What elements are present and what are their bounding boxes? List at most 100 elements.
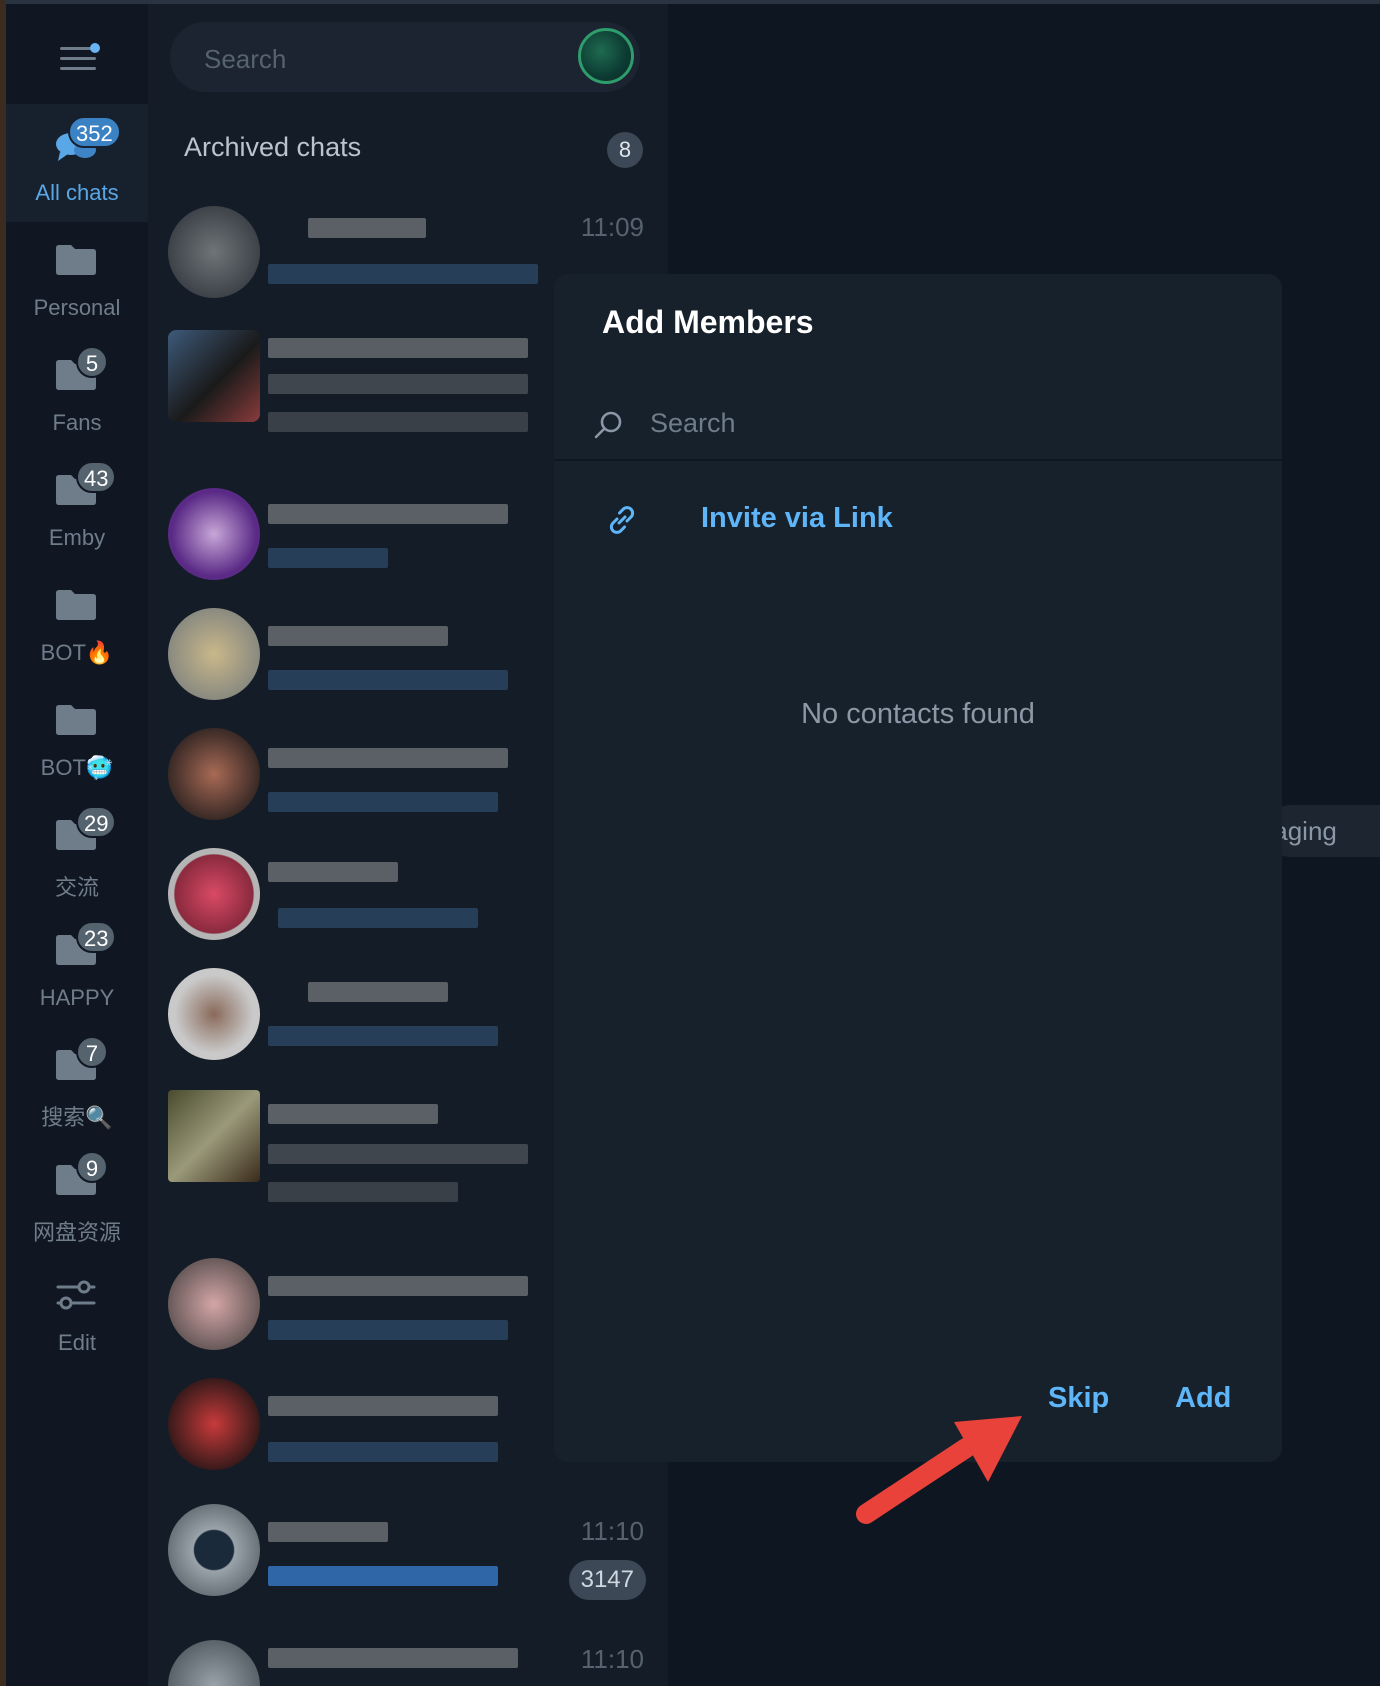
folder-jiaoliu[interactable]: 29 交流	[6, 794, 148, 912]
unread-badge: 7	[76, 1036, 108, 1068]
folder-icon	[56, 705, 96, 735]
folder-fans[interactable]: 5 Fans	[6, 334, 148, 452]
blurred-chat-preview	[268, 264, 538, 284]
blurred-chat-name	[268, 1276, 528, 1296]
chat-search-input[interactable]: Search	[170, 22, 640, 92]
folder-bot-cold[interactable]: BOT🥶	[6, 679, 148, 797]
folder-label: 交流	[54, 875, 99, 900]
blurred-chat-name	[268, 1522, 388, 1542]
blurred-chat-preview	[268, 548, 388, 568]
add-button[interactable]: Add	[1175, 1382, 1231, 1415]
folder-sousuo[interactable]: 7 搜索🔍	[6, 1024, 148, 1142]
profile-avatar[interactable]	[578, 28, 634, 84]
folder-label: 网盘资源	[32, 1220, 121, 1245]
fire-emoji-icon: 🔥	[85, 640, 114, 665]
folder-all-chats[interactable]: 352 All chats	[6, 104, 148, 222]
folder-label: Fans	[52, 410, 102, 435]
chat-avatar	[168, 608, 260, 700]
unread-badge: 5	[76, 346, 108, 378]
chat-avatar	[168, 1504, 260, 1596]
chat-time: 11:10	[580, 1644, 644, 1674]
folder-sidebar: 352 All chats Personal 5 Fans 43 Emby BO…	[6, 4, 148, 1686]
blurred-chat-name	[308, 982, 448, 1002]
sliders-icon	[56, 1280, 96, 1310]
chat-avatar	[168, 488, 260, 580]
blurred-chat-preview	[268, 1320, 508, 1340]
blurred-chat-name	[268, 1648, 518, 1668]
chat-row[interactable]: 11:10 3147	[148, 1494, 668, 1604]
members-search-input[interactable]: Search	[554, 384, 1282, 464]
chat-avatar	[168, 206, 260, 298]
folder-label: Emby	[48, 525, 106, 550]
folder-label: BOT🔥	[40, 640, 114, 665]
archived-count-badge: 8	[607, 132, 643, 168]
blurred-chat-name	[308, 218, 426, 238]
blurred-chat-name	[268, 862, 398, 882]
search-placeholder: Search	[204, 44, 287, 74]
skip-button[interactable]: Skip	[1048, 1382, 1109, 1415]
chat-avatar	[168, 1090, 260, 1182]
folder-personal[interactable]: Personal	[6, 219, 148, 337]
blurred-chat-preview	[268, 1026, 498, 1046]
invite-via-link-button[interactable]: Invite via Link	[554, 484, 1282, 556]
cold-face-emoji-icon: 🥶	[85, 755, 114, 780]
chat-avatar	[168, 968, 260, 1060]
blurred-chat-name	[268, 748, 508, 768]
unread-badge: 352	[68, 116, 121, 148]
blurred-chat-preview	[268, 374, 528, 394]
blurred-chat-name	[268, 1396, 498, 1416]
folder-label: All chats	[35, 180, 119, 205]
chat-time: 11:09	[580, 212, 644, 242]
folder-label: 搜索🔍	[41, 1105, 113, 1130]
search-icon	[594, 411, 622, 439]
chat-avatar	[168, 728, 260, 820]
chat-avatar	[168, 330, 260, 422]
unread-badge: 9	[76, 1151, 108, 1183]
chat-avatar	[168, 1258, 260, 1350]
chat-row[interactable]: 11:10	[148, 1616, 668, 1686]
chat-avatar	[168, 1640, 260, 1686]
blurred-chat-preview	[268, 412, 528, 432]
blurred-chat-name	[268, 338, 528, 358]
blurred-chat-preview	[268, 670, 508, 690]
dialog-title: Add Members	[602, 304, 814, 340]
divider	[554, 459, 1282, 461]
blurred-chat-preview	[268, 1566, 498, 1586]
folder-emby[interactable]: 43 Emby	[6, 449, 148, 567]
blurred-chat-preview	[278, 908, 478, 928]
folder-happy[interactable]: 23 HAPPY	[6, 909, 148, 1027]
archived-chats-title: Archived chats	[184, 132, 362, 162]
chat-avatar	[168, 848, 260, 940]
add-members-dialog: Add Members Search Invite via Link No co…	[554, 274, 1282, 1462]
blurred-chat-preview	[268, 1182, 458, 1202]
unread-count-badge: 3147	[568, 1560, 646, 1600]
folder-edit[interactable]: Edit	[6, 1254, 148, 1372]
unread-badge: 29	[76, 806, 117, 838]
folder-wangpan[interactable]: 9 网盘资源	[6, 1139, 148, 1257]
chat-avatar	[168, 1378, 260, 1470]
blurred-chat-name	[268, 626, 448, 646]
link-icon	[609, 506, 635, 534]
blurred-chat-preview	[268, 1144, 528, 1164]
annotation-arrow-icon	[856, 1416, 1022, 1524]
magnifier-emoji-icon: 🔍	[85, 1105, 113, 1130]
notification-dot-icon	[90, 43, 100, 53]
start-messaging-pill: Start messaging	[1265, 805, 1380, 857]
empty-state-text: No contacts found	[801, 698, 1035, 730]
chat-time: 11:10	[580, 1516, 644, 1546]
search-placeholder: Search	[650, 408, 736, 438]
hamburger-menu-button[interactable]	[56, 39, 100, 79]
folder-label: Personal	[33, 295, 121, 320]
folder-label: BOT🥶	[40, 755, 114, 780]
invite-link-label: Invite via Link	[701, 502, 893, 534]
folder-icon	[56, 245, 96, 275]
folder-bot-fire[interactable]: BOT🔥	[6, 564, 148, 682]
blurred-chat-name	[268, 504, 508, 524]
unread-badge: 43	[76, 461, 117, 493]
folder-label: HAPPY	[39, 985, 115, 1010]
unread-badge: 23	[76, 921, 117, 953]
blurred-chat-preview	[268, 792, 498, 812]
blurred-chat-name	[268, 1104, 438, 1124]
blurred-chat-preview	[268, 1442, 498, 1462]
folder-icon	[56, 590, 96, 620]
